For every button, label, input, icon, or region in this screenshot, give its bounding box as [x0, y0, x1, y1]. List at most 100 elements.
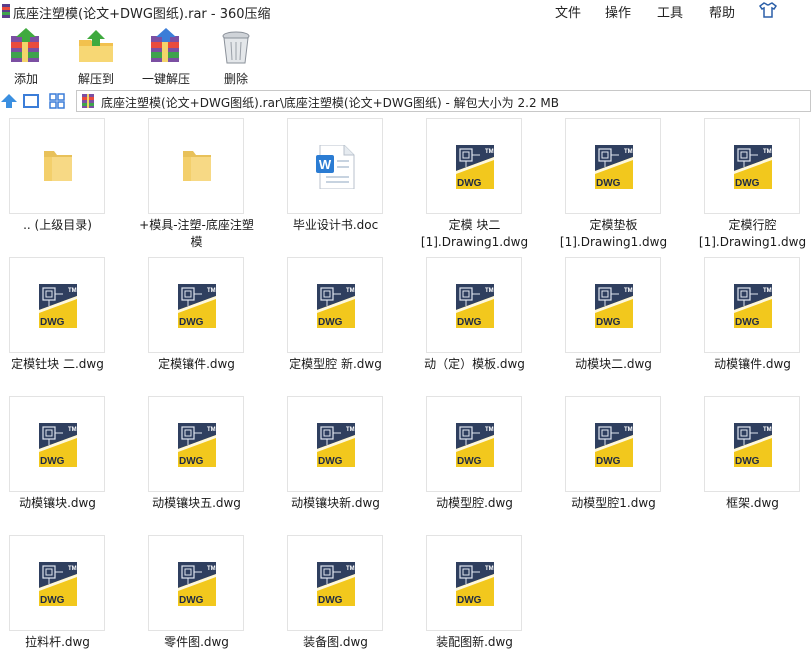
thumbnail-view-icon[interactable] [22, 92, 40, 110]
file-thumbnail[interactable]: TM DWG [9, 396, 105, 492]
file-item[interactable]: TM DWG 定模垫板 [1].Drawing1.dwg [556, 114, 695, 253]
file-item[interactable]: TM DWG 框架.dwg [695, 392, 812, 531]
file-item[interactable]: TM DWG 定模型腔 新.dwg [278, 253, 417, 392]
dwg-file-icon: TM DWG [734, 145, 772, 189]
file-name: 动模镶件.dwg [714, 357, 791, 371]
dwg-label: DWG [179, 595, 204, 606]
file-thumbnail[interactable] [148, 118, 244, 214]
file-thumbnail[interactable]: TM DWG [565, 118, 661, 214]
file-thumbnail[interactable]: W [287, 118, 383, 214]
file-item[interactable]: TM DWG 动模镶件.dwg [695, 253, 812, 392]
file-thumbnail[interactable]: TM DWG [704, 396, 800, 492]
dwg-file-icon: TM DWG [456, 284, 494, 328]
menu-tools[interactable]: 工具 [657, 2, 683, 21]
dwg-file-icon: TM DWG [595, 423, 633, 467]
file-item[interactable]: TM DWG 动模镶块.dwg [0, 392, 139, 531]
file-item[interactable]: +模具-注塑-底座注塑模 [139, 114, 278, 253]
dwg-file-icon: TM DWG [39, 423, 77, 467]
up-arrow-icon[interactable] [0, 92, 18, 110]
file-item[interactable]: TM DWG 动模镶块五.dwg [139, 392, 278, 531]
window-title: 底座注塑模(论文+DWG图纸).rar - 360压缩 [13, 7, 271, 22]
menu-operate[interactable]: 操作 [605, 2, 631, 21]
delete-button[interactable]: 删除 [208, 28, 264, 87]
address-path: 底座注塑模(论文+DWG图纸).rar\底座注塑模(论文+DWG图纸) - 解包… [101, 96, 559, 110]
file-item[interactable]: TM DWG 动模镶块新.dwg [278, 392, 417, 531]
extract-to-button[interactable]: 解压到 [68, 28, 124, 87]
dwg-label: DWG [318, 595, 343, 606]
file-name: 定模型腔 新.dwg [289, 357, 382, 371]
dwg-file-icon: TM DWG [595, 284, 633, 328]
file-thumbnail[interactable] [9, 118, 105, 214]
file-name: 装配图新.dwg [436, 635, 513, 649]
file-thumbnail[interactable]: TM DWG [287, 396, 383, 492]
file-thumbnail[interactable]: TM DWG [148, 535, 244, 631]
dwg-label: DWG [596, 178, 621, 189]
one-click-extract-button[interactable]: 一键解压 [138, 28, 194, 87]
dwg-tm: TM [207, 288, 216, 294]
one-click-extract-label: 一键解压 [141, 72, 190, 86]
file-item[interactable]: TM DWG 定模 块二 [1].Drawing1.dwg [417, 114, 556, 253]
file-thumbnail[interactable]: TM DWG [148, 396, 244, 492]
menu-file[interactable]: 文件 [555, 2, 581, 21]
dwg-label: DWG [596, 456, 621, 467]
file-item[interactable]: TM DWG 定模钍块 二.dwg [0, 253, 139, 392]
file-name: 零件图.dwg [164, 635, 229, 649]
trash-can-icon [222, 31, 250, 64]
dwg-file-icon: TM DWG [456, 423, 494, 467]
file-thumbnail[interactable]: TM DWG [148, 257, 244, 353]
file-name: 定模垫板 [1].Drawing1.dwg [559, 218, 668, 249]
dwg-file-icon: TM DWG [178, 284, 216, 328]
list-view-icon[interactable] [48, 92, 66, 110]
word-letter: W [319, 157, 332, 172]
file-name: .. (上级目录) [23, 218, 92, 232]
dwg-tm: TM [624, 149, 633, 155]
dwg-label: DWG [40, 595, 65, 606]
file-item[interactable]: TM DWG 定模镶件.dwg [139, 253, 278, 392]
file-item[interactable]: TM DWG 零件图.dwg [139, 531, 278, 668]
file-thumbnail[interactable]: TM DWG [426, 118, 522, 214]
add-button[interactable]: 添加 [0, 28, 54, 87]
file-thumbnail[interactable]: TM DWG [9, 257, 105, 353]
file-thumbnail[interactable]: TM DWG [565, 396, 661, 492]
file-item[interactable]: .. (上级目录) [0, 114, 139, 253]
file-thumbnail[interactable]: TM DWG [426, 535, 522, 631]
file-thumbnail[interactable]: TM DWG [704, 257, 800, 353]
file-item[interactable]: TM DWG 动模型腔1.dwg [556, 392, 695, 531]
dwg-label: DWG [457, 456, 482, 467]
dwg-label: DWG [596, 317, 621, 328]
dwg-tm: TM [763, 149, 772, 155]
shirt-skin-icon[interactable] [758, 1, 778, 19]
file-item[interactable]: TM DWG 动（定）模板.dwg [417, 253, 556, 392]
dwg-label: DWG [40, 317, 65, 328]
dwg-label: DWG [735, 178, 760, 189]
file-item[interactable]: TM DWG 拉料杆.dwg [0, 531, 139, 668]
file-thumbnail[interactable]: TM DWG [426, 396, 522, 492]
file-thumbnail[interactable]: TM DWG [565, 257, 661, 353]
dwg-file-icon: TM DWG [39, 284, 77, 328]
file-name: 动模块二.dwg [575, 357, 652, 371]
dwg-tm: TM [68, 288, 77, 294]
file-item[interactable]: TM DWG 装配图新.dwg [417, 531, 556, 668]
one-click-extract-icon [151, 28, 179, 62]
dwg-file-icon: TM DWG [317, 423, 355, 467]
menu-help[interactable]: 帮助 [709, 2, 735, 21]
folder-icon [183, 151, 211, 181]
address-bar[interactable]: 底座注塑模(论文+DWG图纸).rar\底座注塑模(论文+DWG图纸) - 解包… [76, 90, 811, 112]
dwg-label: DWG [457, 178, 482, 189]
add-label: 添加 [13, 72, 38, 86]
dwg-file-icon: TM DWG [595, 145, 633, 189]
file-item[interactable]: TM DWG 动模块二.dwg [556, 253, 695, 392]
dwg-label: DWG [735, 456, 760, 467]
dwg-tm: TM [207, 427, 216, 433]
dwg-file-icon: TM DWG [39, 562, 77, 606]
file-item[interactable]: TM DWG 装备图.dwg [278, 531, 417, 668]
file-name: 动（定）模板.dwg [424, 357, 525, 371]
file-item[interactable]: TM DWG 动模型腔.dwg [417, 392, 556, 531]
file-thumbnail[interactable]: TM DWG [9, 535, 105, 631]
file-thumbnail[interactable]: TM DWG [426, 257, 522, 353]
file-thumbnail[interactable]: TM DWG [704, 118, 800, 214]
file-thumbnail[interactable]: TM DWG [287, 257, 383, 353]
file-item[interactable]: TM DWG 定模行腔 [1].Drawing1.dwg [695, 114, 812, 253]
file-item[interactable]: W 毕业设计书.doc [278, 114, 417, 253]
file-thumbnail[interactable]: TM DWG [287, 535, 383, 631]
